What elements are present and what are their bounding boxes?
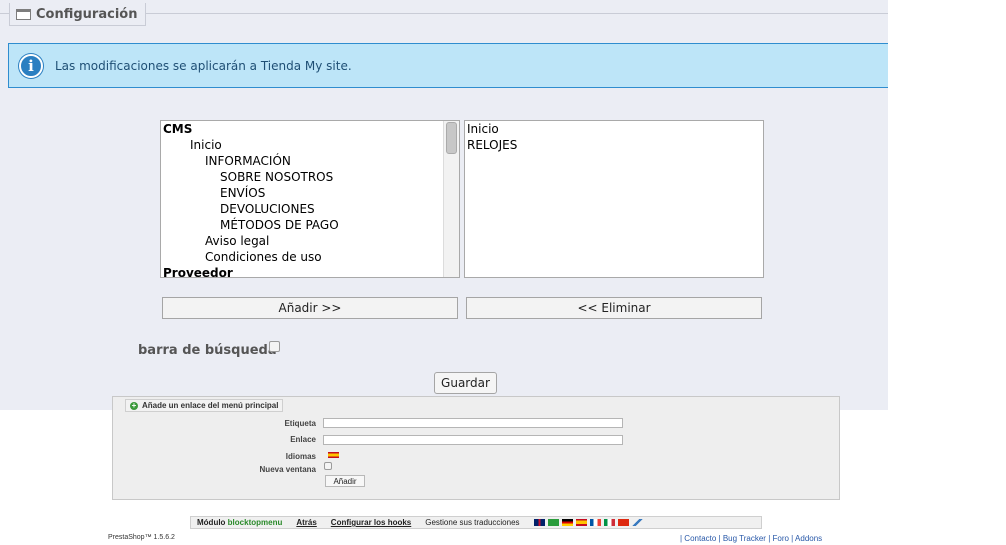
add-link-legend: + Añade un enlace del menú principal bbox=[125, 399, 284, 412]
module-title: Módulo blocktopmenu bbox=[197, 518, 283, 527]
available-option[interactable]: SOBRE NOSOTROS bbox=[161, 169, 459, 185]
add-link-title: Añade un enlace del menú principal bbox=[142, 401, 279, 410]
available-option[interactable]: ENVÍOS bbox=[161, 185, 459, 201]
available-option[interactable]: MÉTODOS DE PAGO bbox=[161, 217, 459, 233]
config-title: Configuración bbox=[36, 6, 138, 22]
languages-label: Idiomas bbox=[285, 452, 316, 461]
info-message-box: i Las modificaciones se aplicarán a Tien… bbox=[8, 43, 888, 88]
brazil-flag-icon[interactable] bbox=[547, 519, 559, 526]
add-icon: + bbox=[130, 400, 138, 410]
back-link[interactable]: Atrás bbox=[296, 518, 316, 527]
new-window-checkbox[interactable] bbox=[324, 462, 332, 470]
spain-flag-icon[interactable] bbox=[575, 519, 587, 526]
link-field-label: Enlace bbox=[290, 435, 316, 444]
available-option[interactable]: CMS bbox=[161, 121, 459, 137]
remove-item-button[interactable]: << Eliminar bbox=[466, 297, 762, 319]
italy-flag-icon[interactable] bbox=[603, 519, 615, 526]
china-flag-icon[interactable] bbox=[617, 519, 629, 526]
config-legend: Configuración bbox=[9, 3, 147, 26]
search-bar-checkbox[interactable] bbox=[269, 341, 280, 352]
label-field-label: Etiqueta bbox=[284, 419, 316, 428]
window-icon bbox=[16, 8, 31, 20]
available-option[interactable]: DEVOLUCIONES bbox=[161, 201, 459, 217]
info-icon: i bbox=[19, 53, 43, 78]
add-link-button[interactable]: Añadir bbox=[325, 475, 365, 487]
info-message: Las modificaciones se aplicarán a Tienda… bbox=[55, 58, 352, 73]
germany-flag-icon[interactable] bbox=[561, 519, 573, 526]
footer-links[interactable]: | Contacto | Bug Tracker | Foro | Addons bbox=[680, 534, 822, 543]
search-bar-label: barra de búsqueda bbox=[138, 343, 277, 358]
new-window-label: Nueva ventana bbox=[259, 465, 316, 474]
available-option[interactable]: INFORMACIÓN bbox=[161, 153, 459, 169]
module-name: blocktopmenu bbox=[227, 518, 283, 527]
available-option[interactable]: Aviso legal bbox=[161, 233, 459, 249]
selected-option[interactable]: RELOJES bbox=[465, 137, 763, 153]
france-flag-icon[interactable] bbox=[589, 519, 601, 526]
available-option[interactable]: Condiciones de uso bbox=[161, 249, 459, 265]
scrollbar-thumb[interactable] bbox=[446, 122, 457, 154]
footer-version: PrestaShop™ 1.5.6.2 bbox=[108, 534, 175, 541]
available-option[interactable]: Inicio bbox=[161, 137, 459, 153]
edit-translations-icon[interactable] bbox=[631, 519, 643, 526]
link-input[interactable] bbox=[323, 435, 623, 445]
language-flags bbox=[533, 519, 643, 526]
scrollbar[interactable] bbox=[443, 121, 459, 277]
translations-label: Gestione sus traducciones bbox=[425, 518, 520, 527]
uk-flag-icon[interactable] bbox=[533, 519, 545, 526]
add-item-button[interactable]: Añadir >> bbox=[162, 297, 458, 319]
selected-items-list[interactable]: Inicio RELOJES bbox=[464, 120, 764, 278]
spain-flag-icon[interactable] bbox=[328, 452, 339, 458]
available-option[interactable]: Proveedor bbox=[161, 265, 459, 277]
selected-option[interactable]: Inicio bbox=[465, 121, 763, 137]
module-toolbar: Módulo blocktopmenu Atrás Configurar los… bbox=[190, 516, 762, 529]
configure-hooks-link[interactable]: Configurar los hooks bbox=[331, 518, 411, 527]
label-input[interactable] bbox=[323, 418, 623, 428]
available-items-list[interactable]: CMS Inicio INFORMACIÓN SOBRE NOSOTROS ENVÍOS… bbox=[160, 120, 460, 278]
save-button[interactable]: Guardar bbox=[434, 372, 497, 394]
